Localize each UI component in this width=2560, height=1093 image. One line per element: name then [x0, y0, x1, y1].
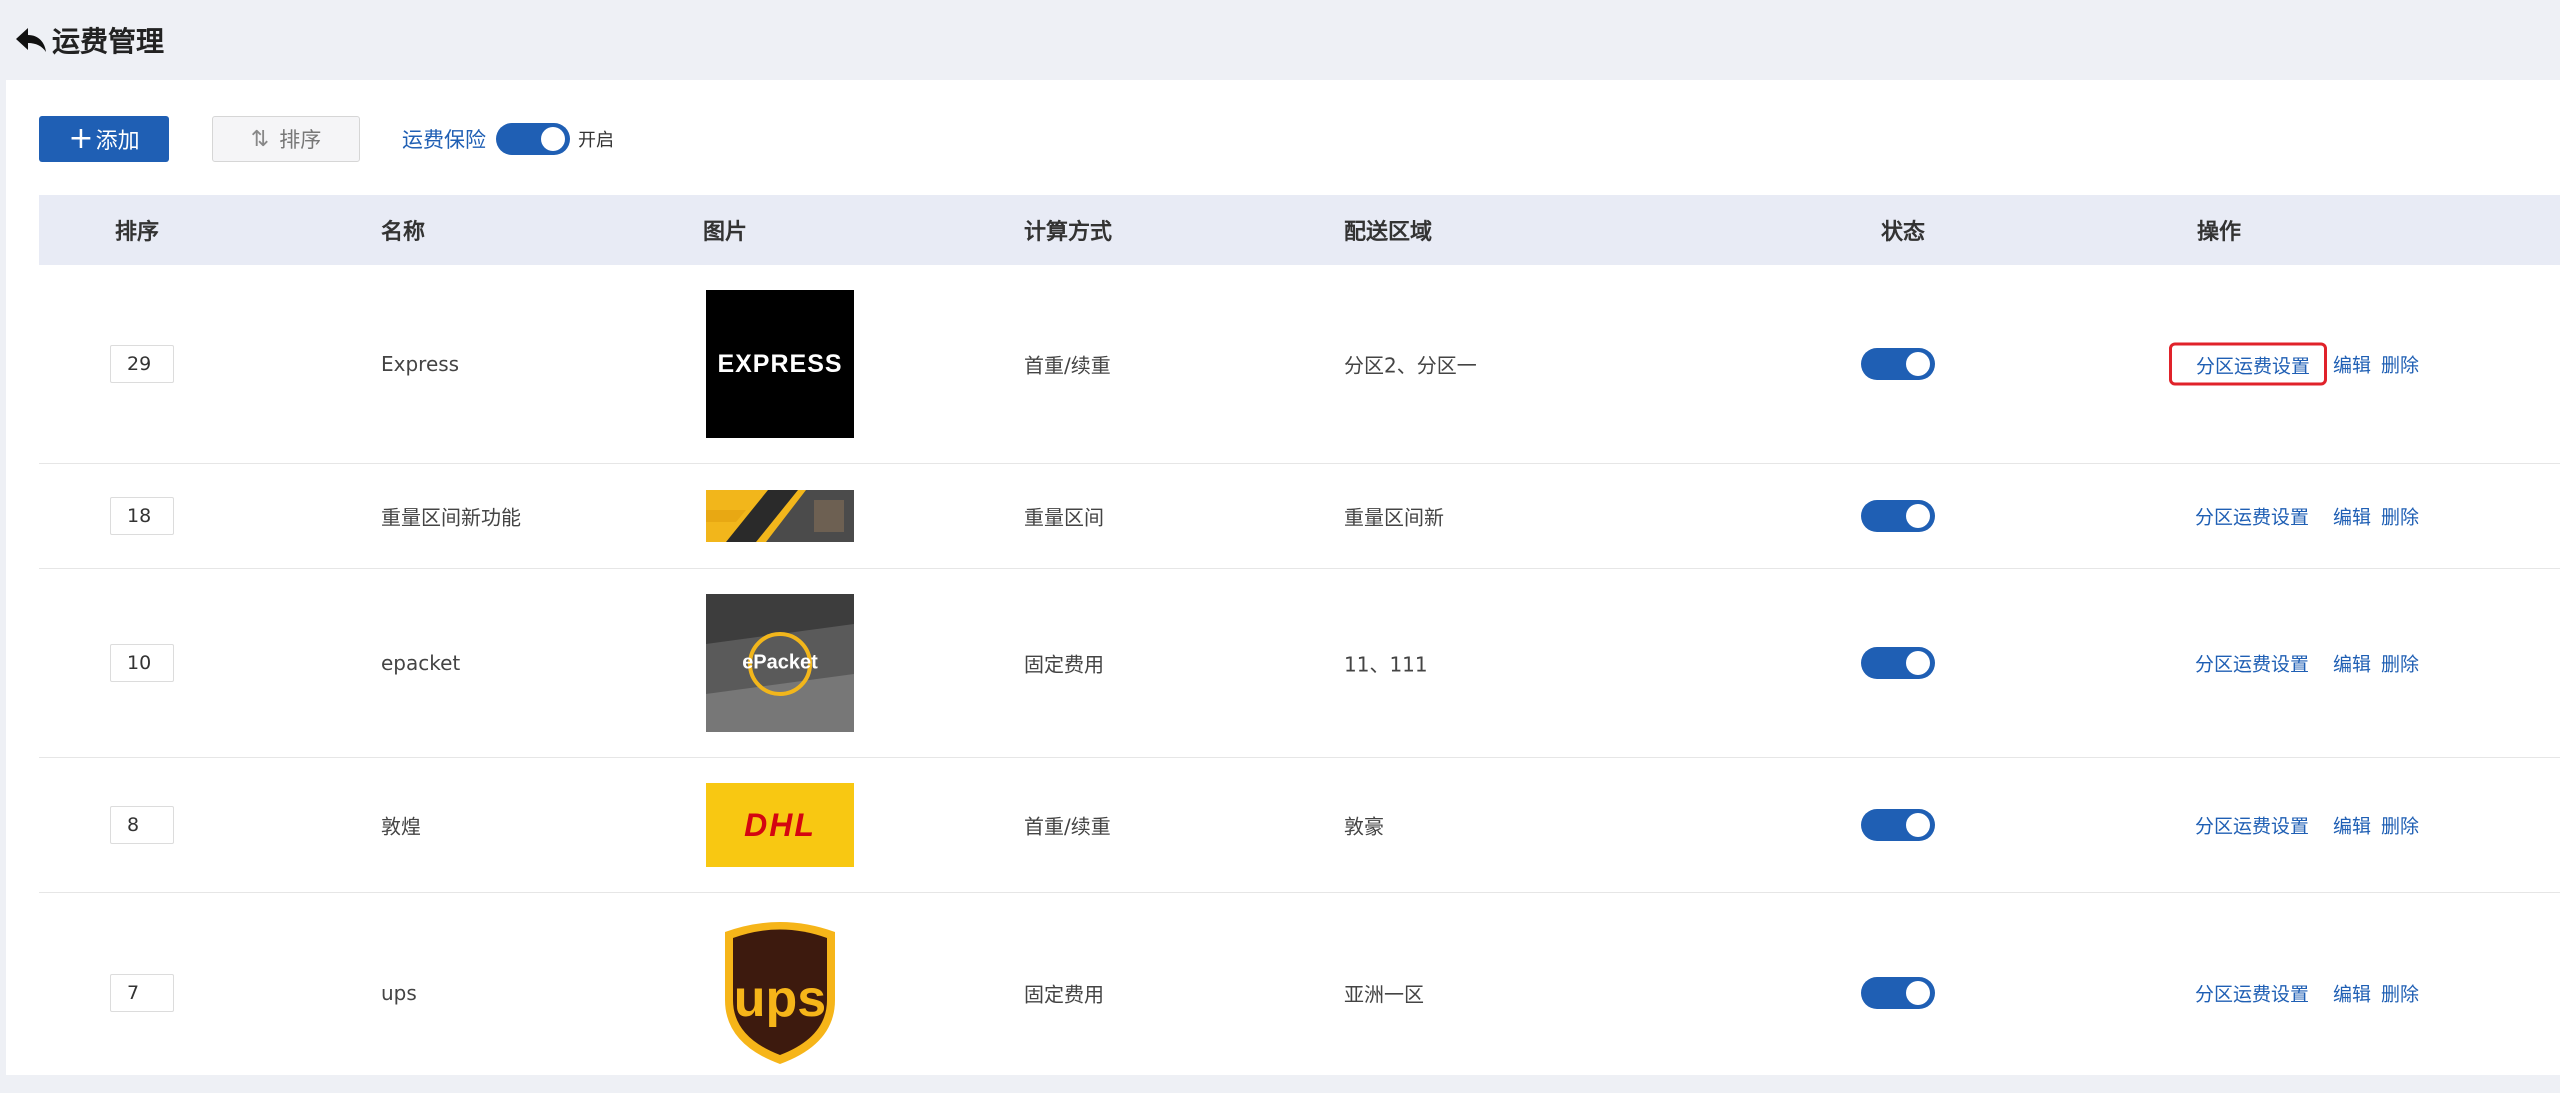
edit-link[interactable]: 编辑: [2333, 650, 2371, 677]
express-logo-image: EXPRESS: [706, 290, 854, 438]
zone-shipping-settings-link[interactable]: 分区运费设置: [2169, 497, 2319, 536]
status-toggle[interactable]: [1861, 647, 1935, 679]
zone-shipping-settings-link[interactable]: 分区运费设置: [2169, 644, 2319, 683]
sort-button[interactable]: ⇅ 排序: [212, 116, 360, 162]
insurance-toggle[interactable]: [496, 123, 570, 155]
sort-icon: ⇅: [250, 126, 270, 152]
row-actions: 分区运费设置 编辑 删除: [2169, 644, 2419, 683]
calc-method: 固定费用: [1024, 652, 1104, 677]
column-header-order: 排序: [115, 220, 160, 245]
content-panel: + 添加 ⇅ 排序 运费保险 开启 排序 名称 图片 计算方式 配送区域 状态 …: [6, 80, 2560, 1075]
column-header-status: 状态: [1881, 220, 1926, 245]
status-toggle[interactable]: [1861, 809, 1935, 841]
edit-link[interactable]: 编辑: [2333, 503, 2371, 530]
status-toggle[interactable]: [1861, 977, 1935, 1009]
table-row: 敦煌 DHL 首重/续重 敦豪 分区运费设置 编辑 删除: [39, 758, 2560, 893]
toggle-knob: [541, 127, 565, 151]
row-actions: 分区运费设置 编辑 删除: [2169, 806, 2419, 845]
banner-graphic: [706, 490, 854, 542]
add-button[interactable]: + 添加: [39, 116, 169, 162]
ups-logo-image: ups: [706, 918, 854, 1068]
plus-icon: +: [68, 121, 94, 156]
column-header-actions: 操作: [2197, 220, 2242, 245]
toggle-knob: [1906, 504, 1930, 528]
delete-link[interactable]: 删除: [2381, 812, 2419, 839]
sort-button-label: 排序: [279, 128, 322, 152]
delivery-area: 分区2、分区一: [1344, 353, 1477, 378]
toggle-knob: [1906, 651, 1930, 675]
column-header-area: 配送区域: [1344, 220, 1433, 245]
shipping-name: 敦煌: [381, 814, 421, 839]
order-input[interactable]: [110, 806, 174, 844]
edit-link[interactable]: 编辑: [2333, 980, 2371, 1007]
express-logo-text: EXPRESS: [717, 349, 843, 378]
table-header: 排序 名称 图片 计算方式 配送区域 状态 操作: [39, 195, 2560, 265]
delete-link[interactable]: 删除: [2381, 351, 2419, 378]
epacket-logo-text: ePacket: [742, 651, 818, 674]
table-row: ups ups 固定费用 亚洲一区 分区运费设置 编辑 删除: [39, 893, 2560, 1093]
order-input[interactable]: [110, 497, 174, 535]
dhl-logo-image: DHL: [706, 783, 854, 867]
delete-link[interactable]: 删除: [2381, 503, 2419, 530]
edit-link[interactable]: 编辑: [2333, 812, 2371, 839]
delivery-area: 重量区间新: [1344, 505, 1444, 530]
shipping-table: 排序 名称 图片 计算方式 配送区域 状态 操作 Express EXPRESS…: [39, 195, 2560, 1093]
order-input[interactable]: [110, 345, 174, 383]
toggle-knob: [1906, 352, 1930, 376]
row-actions: 分区运费设置 编辑 删除: [2169, 497, 2419, 536]
delivery-area: 敦豪: [1344, 814, 1384, 839]
status-toggle[interactable]: [1861, 500, 1935, 532]
table-row: Express EXPRESS 首重/续重 分区2、分区一 分区运费设置 编辑 …: [39, 265, 2560, 464]
epacket-logo-image: ePacket: [706, 594, 854, 732]
insurance-state: 开启: [578, 130, 614, 151]
page-header: 运费管理: [0, 0, 2560, 80]
column-header-image: 图片: [703, 220, 748, 245]
calc-method: 首重/续重: [1024, 814, 1111, 839]
status-toggle[interactable]: [1861, 348, 1935, 380]
table-row: epacket ePacket 固定费用 11、111 分区运费设置 编辑 删除: [39, 569, 2560, 758]
back-button[interactable]: 运费管理: [14, 20, 164, 60]
page-title: 运费管理: [52, 25, 165, 58]
toolbar: + 添加 ⇅ 排序 运费保险 开启: [39, 114, 614, 164]
add-button-label: 添加: [95, 129, 140, 154]
zone-shipping-settings-link[interactable]: 分区运费设置: [2169, 806, 2319, 845]
back-arrow-icon: [16, 28, 46, 52]
calc-method: 首重/续重: [1024, 353, 1111, 378]
banner-image: [706, 490, 854, 542]
zone-shipping-settings-link[interactable]: 分区运费设置: [2169, 342, 2328, 386]
delete-link[interactable]: 删除: [2381, 980, 2419, 1007]
toggle-knob: [1906, 981, 1930, 1005]
toggle-knob: [1906, 813, 1930, 837]
shipping-name: epacket: [381, 651, 461, 675]
zone-shipping-settings-link[interactable]: 分区运费设置: [2169, 974, 2319, 1013]
order-input[interactable]: [110, 644, 174, 682]
row-actions: 分区运费设置 编辑 删除: [2169, 974, 2419, 1013]
column-header-name: 名称: [381, 220, 426, 245]
shipping-name: 重量区间新功能: [381, 505, 521, 530]
delete-link[interactable]: 删除: [2381, 650, 2419, 677]
shipping-name: Express: [381, 352, 460, 376]
dhl-logo-text: DHL: [744, 806, 816, 843]
edit-link[interactable]: 编辑: [2333, 351, 2371, 378]
insurance-label: 运费保险: [402, 128, 486, 152]
shipping-name: ups: [381, 981, 417, 1005]
calc-method: 重量区间: [1024, 505, 1104, 530]
row-actions: 分区运费设置 编辑 删除: [2169, 342, 2419, 386]
delivery-area: 11、111: [1344, 652, 1428, 677]
column-header-method: 计算方式: [1024, 220, 1113, 245]
order-input[interactable]: [110, 974, 174, 1012]
calc-method: 固定费用: [1024, 982, 1104, 1007]
delivery-area: 亚洲一区: [1344, 982, 1424, 1007]
table-row: 重量区间新功能 重量区间 重量区间新 分区运费设置 编辑 删除: [39, 464, 2560, 569]
ups-logo-text: ups: [733, 970, 827, 1028]
